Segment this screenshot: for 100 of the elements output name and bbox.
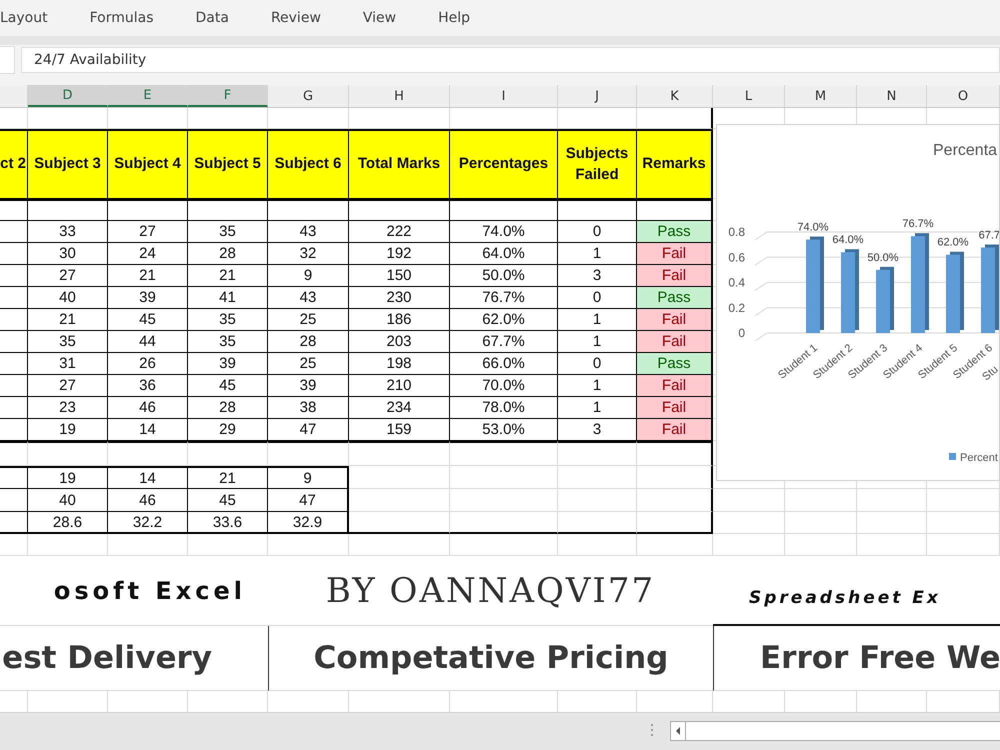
column-header[interactable]: M bbox=[785, 85, 857, 107]
table-cell: 62.0% bbox=[450, 309, 558, 331]
column-header[interactable]: D bbox=[28, 85, 108, 107]
legend-label: Percent bbox=[960, 452, 998, 464]
menu-item[interactable]: Help bbox=[417, 10, 492, 26]
empty-cell bbox=[785, 489, 857, 512]
table-cell: 30 bbox=[28, 243, 108, 265]
bar bbox=[876, 270, 890, 333]
remark-cell: Fail bbox=[637, 397, 713, 419]
chart-title: Percenta bbox=[933, 142, 998, 159]
data-label: 64.0% bbox=[832, 234, 864, 246]
column-heading: Subject 5 bbox=[188, 129, 268, 199]
column-header[interactable]: I bbox=[450, 85, 558, 107]
axis-label: 0 bbox=[738, 326, 745, 340]
remark-cell: Fail bbox=[637, 243, 713, 265]
table-cell: 35 bbox=[188, 331, 268, 353]
table-cell: 230 bbox=[349, 287, 450, 309]
axis-label: 0.6 bbox=[728, 250, 745, 264]
remark-cell: Fail bbox=[637, 375, 713, 397]
table-cell: 31 bbox=[28, 353, 108, 375]
empty-cell bbox=[0, 353, 28, 375]
empty-cell bbox=[0, 331, 28, 353]
table-cell: 46 bbox=[108, 397, 188, 419]
table-cell: 28.6 bbox=[28, 512, 108, 534]
column-heading: ct 2 bbox=[0, 129, 28, 199]
table-cell: 25 bbox=[268, 309, 349, 331]
empty-cell bbox=[0, 265, 28, 287]
table-cell: 35 bbox=[188, 221, 268, 243]
table-cell: 21 bbox=[188, 466, 268, 489]
table-cell: 64.0% bbox=[450, 243, 558, 265]
table-cell: 198 bbox=[349, 353, 450, 375]
menu-item[interactable]: Data bbox=[174, 10, 250, 26]
empty-cell bbox=[0, 309, 28, 331]
table-cell: 39 bbox=[188, 353, 268, 375]
table-cell: 222 bbox=[349, 221, 450, 243]
empty-cell bbox=[857, 489, 927, 512]
table-cell: 19 bbox=[28, 466, 108, 489]
empty-cell bbox=[0, 397, 28, 419]
column-header[interactable]: O bbox=[927, 85, 1000, 107]
column-header[interactable]: L bbox=[713, 85, 785, 107]
horizontal-scrollbar[interactable] bbox=[670, 721, 1000, 741]
column-header[interactable]: E bbox=[108, 85, 188, 107]
table-cell: 32.2 bbox=[108, 512, 188, 534]
table-cell: 43 bbox=[268, 221, 349, 243]
remark-cell: Pass bbox=[637, 221, 713, 243]
axis-label: 0.8 bbox=[728, 225, 745, 239]
table-cell: 9 bbox=[268, 265, 349, 287]
table-cell: 46 bbox=[108, 489, 188, 512]
table-cell: 67.7% bbox=[450, 331, 558, 353]
table-cell: 45 bbox=[108, 309, 188, 331]
empty-cell bbox=[785, 512, 857, 534]
table-cell: 39 bbox=[108, 287, 188, 309]
column-header[interactable]: N bbox=[857, 85, 927, 107]
data-label: 62.0% bbox=[937, 236, 969, 249]
legend-icon bbox=[949, 453, 956, 460]
table-cell: 50.0% bbox=[450, 265, 558, 287]
splitter-icon[interactable] bbox=[650, 723, 654, 737]
table-cell: 38 bbox=[268, 397, 349, 419]
column-header[interactable]: K bbox=[637, 85, 713, 107]
table-cell: 36 bbox=[108, 375, 188, 397]
data-label: 50.0% bbox=[867, 252, 899, 264]
table-cell: 43 bbox=[268, 287, 349, 309]
empty-cell bbox=[0, 287, 28, 309]
table-cell: 45 bbox=[188, 375, 268, 397]
menu-item[interactable]: View bbox=[342, 10, 418, 26]
table-cell: 14 bbox=[108, 419, 188, 441]
table-cell: 70.0% bbox=[450, 375, 558, 397]
remark-cell: Fail bbox=[637, 265, 713, 287]
axis-label: 0.4 bbox=[728, 276, 745, 290]
column-header[interactable]: G bbox=[268, 85, 349, 107]
empty-cell bbox=[0, 419, 28, 441]
table-cell: 47 bbox=[268, 419, 349, 441]
table-cell: 28 bbox=[188, 243, 268, 265]
table-cell: 47 bbox=[268, 489, 349, 512]
remark-cell: Pass bbox=[637, 287, 713, 309]
empty-cell bbox=[0, 243, 28, 265]
formula-field[interactable]: 24/7 Availability bbox=[21, 47, 1000, 73]
column-header[interactable]: J bbox=[558, 85, 637, 107]
table-cell: 66.0% bbox=[450, 353, 558, 375]
table-cell: 53.0% bbox=[450, 419, 558, 441]
column-heading: Percentages bbox=[450, 129, 558, 199]
table-cell: 40 bbox=[28, 287, 108, 309]
table-cell: 27 bbox=[108, 221, 188, 243]
empty-cell bbox=[0, 489, 28, 512]
table-cell: 186 bbox=[349, 309, 450, 331]
menu-item[interactable]: Formulas bbox=[68, 10, 174, 26]
menu-item[interactable]: Layout bbox=[0, 10, 69, 26]
table-cell: 28 bbox=[268, 331, 349, 353]
column-heading: Total Marks bbox=[349, 129, 450, 199]
table-cell: 28 bbox=[188, 397, 268, 419]
column-header[interactable]: F bbox=[188, 85, 268, 107]
table-cell: 45 bbox=[188, 489, 268, 512]
table-cell: 21 bbox=[28, 309, 108, 331]
table-cell: 27 bbox=[28, 375, 108, 397]
table-cell: 76.7% bbox=[450, 287, 558, 309]
table-cell: 192 bbox=[349, 243, 450, 265]
column-header[interactable]: H bbox=[349, 85, 450, 107]
empty-cell bbox=[0, 466, 28, 489]
feature-banner: Error Free We bbox=[713, 626, 1000, 691]
menu-item[interactable]: Review bbox=[250, 10, 342, 26]
